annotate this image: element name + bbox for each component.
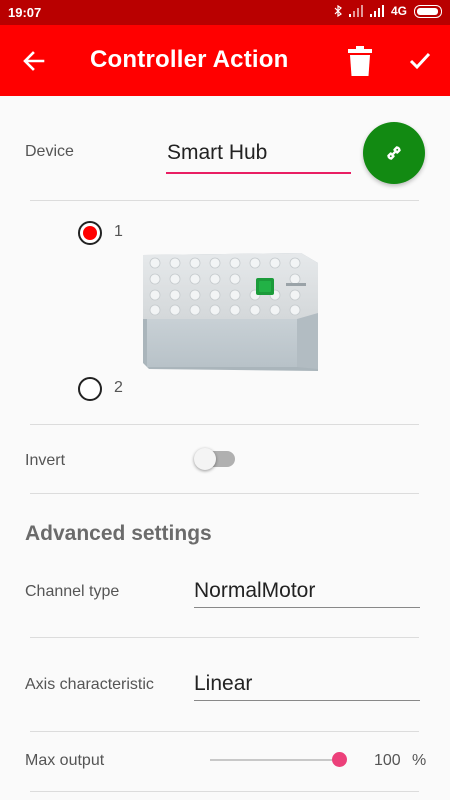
port-radio-2[interactable]: [78, 377, 102, 401]
max-output-slider[interactable]: [210, 759, 341, 761]
divider: [30, 791, 419, 792]
divider: [30, 200, 419, 201]
trash-icon: [348, 46, 372, 76]
done-button[interactable]: [402, 43, 438, 79]
app-bar: Controller Action: [0, 25, 450, 96]
status-bar: 19:07 4G: [0, 0, 450, 25]
check-icon: [409, 52, 431, 70]
divider: [30, 637, 419, 638]
arrow-left-icon: [23, 51, 45, 71]
advanced-settings-title: Advanced settings: [25, 522, 212, 545]
channel-type-select[interactable]: NormalMotor: [194, 578, 420, 608]
max-output-label: Max output: [25, 752, 105, 769]
port-radio-2-label: 2: [114, 379, 123, 396]
axis-characteristic-label: Axis characteristic: [25, 676, 154, 693]
max-output-unit: %: [412, 752, 427, 769]
invert-label: Invert: [25, 452, 66, 469]
port-radio-1-label: 1: [114, 223, 123, 240]
back-button[interactable]: [14, 43, 54, 79]
status-time: 19:07: [8, 5, 42, 20]
channel-type-label: Channel type: [25, 583, 120, 600]
link-icon: [387, 146, 401, 160]
delete-button[interactable]: [342, 41, 378, 81]
smart-hub-image: [143, 253, 318, 371]
signal-icon: [348, 5, 363, 17]
page-title: Controller Action: [90, 46, 289, 73]
battery-icon: [414, 4, 442, 18]
divider: [30, 493, 419, 494]
divider: [30, 424, 419, 425]
network-type: 4G: [390, 4, 407, 18]
invert-switch-thumb[interactable]: [194, 448, 216, 470]
axis-characteristic-select[interactable]: Linear: [194, 671, 420, 701]
status-icons: 4G: [334, 4, 442, 18]
max-output-value: 100: [374, 752, 401, 769]
divider: [30, 731, 419, 732]
bluetooth-icon: [334, 5, 342, 17]
device-label: Device: [25, 143, 74, 160]
signal-icon-2: [369, 5, 384, 17]
link-device-button[interactable]: [363, 122, 425, 184]
port-radio-1[interactable]: [78, 221, 102, 245]
device-field[interactable]: Smart Hub: [166, 138, 351, 174]
max-output-slider-thumb[interactable]: [332, 752, 347, 767]
